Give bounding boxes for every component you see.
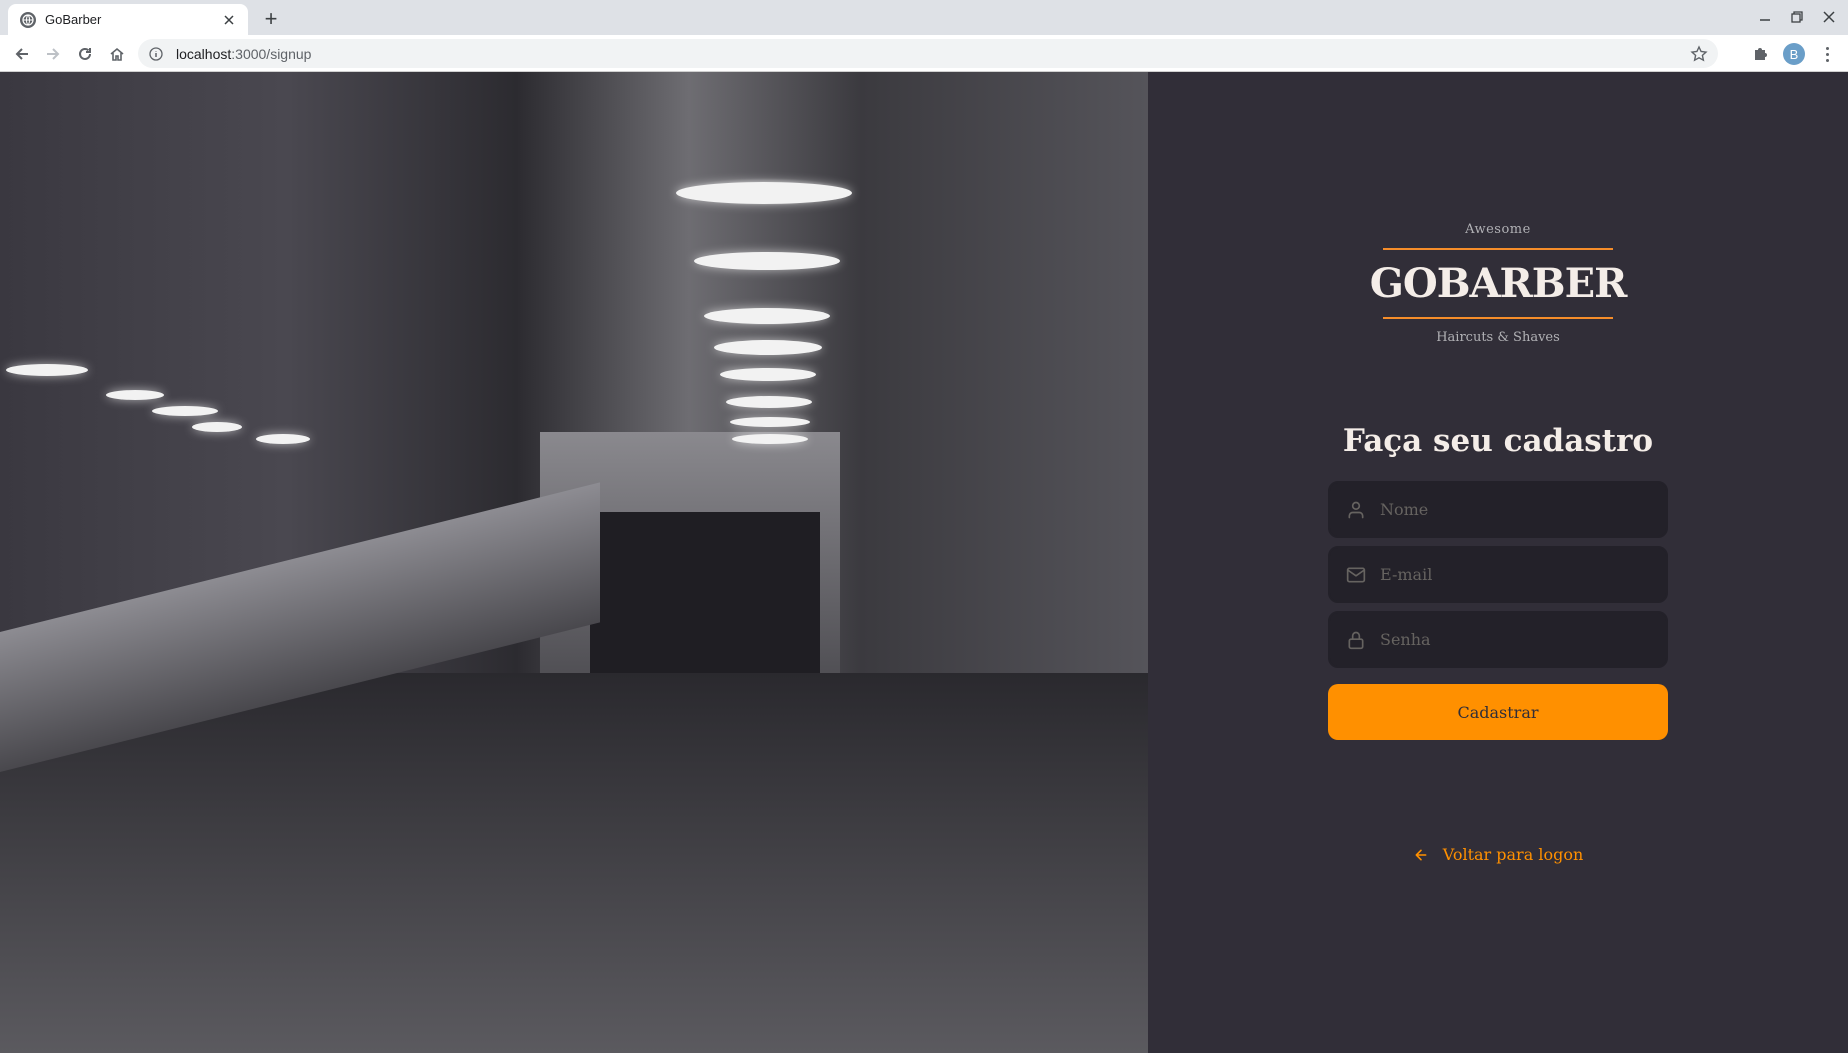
profile-avatar[interactable]: B — [1783, 43, 1805, 65]
minimize-icon[interactable] — [1750, 4, 1780, 30]
gobarber-logo: Awesome GOBARBER Haircuts & Shaves — [1370, 222, 1628, 345]
menu-dots-icon[interactable] — [1816, 43, 1838, 65]
forward-arrow-icon[interactable] — [40, 41, 66, 67]
logo-tagline-top: Awesome — [1465, 222, 1531, 237]
email-input[interactable] — [1380, 565, 1666, 584]
barbershop-background-image — [0, 72, 1148, 1053]
window-close-icon[interactable] — [1814, 4, 1844, 30]
mail-icon — [1346, 567, 1366, 582]
url-text: localhost:3000/signup — [176, 46, 311, 62]
password-field[interactable] — [1328, 611, 1668, 668]
browser-toolbar: localhost:3000/signup B — [0, 35, 1848, 72]
signup-form: Cadastrar — [1328, 481, 1668, 740]
logo-tagline-bottom: Haircuts & Shaves — [1436, 330, 1560, 345]
page-title: Faça seu cadastro — [1342, 423, 1654, 459]
url-path: :3000/signup — [231, 45, 312, 62]
name-field[interactable] — [1328, 481, 1668, 538]
back-arrow-icon[interactable] — [9, 41, 35, 67]
signup-panel: Awesome GOBARBER Haircuts & Shaves Faça … — [1148, 72, 1848, 1053]
logo-text: GOBARBER — [1369, 260, 1628, 307]
logo-divider — [1383, 248, 1613, 250]
new-tab-button[interactable]: + — [258, 6, 284, 32]
logo-divider — [1383, 317, 1613, 319]
password-input[interactable] — [1380, 630, 1666, 649]
address-bar[interactable]: localhost:3000/signup — [138, 39, 1718, 68]
star-icon[interactable] — [1690, 45, 1708, 63]
tab-title: GoBarber — [45, 12, 102, 27]
reload-icon[interactable] — [72, 41, 98, 67]
email-field[interactable] — [1328, 546, 1668, 603]
user-icon — [1348, 501, 1364, 518]
logo-wordmark: GOBARBER — [1370, 260, 1628, 307]
home-icon[interactable] — [104, 41, 130, 67]
browser-tab[interactable]: GoBarber — [8, 4, 248, 35]
arrow-left-icon — [1415, 849, 1427, 860]
back-to-logon-link[interactable]: Voltar para logon — [1413, 845, 1584, 864]
restore-icon[interactable] — [1782, 4, 1812, 30]
info-icon[interactable] — [148, 46, 164, 62]
back-to-logon-label: Voltar para logon — [1442, 845, 1584, 864]
globe-icon — [20, 11, 36, 28]
url-host: localhost — [176, 45, 232, 62]
puzzle-icon[interactable] — [1752, 44, 1772, 64]
lock-icon — [1348, 631, 1364, 649]
close-icon[interactable] — [220, 11, 238, 29]
name-input[interactable] — [1380, 500, 1666, 519]
browser-tab-bar: GoBarber + — [0, 0, 1848, 35]
signup-button[interactable]: Cadastrar — [1328, 684, 1668, 740]
signup-page: Awesome GOBARBER Haircuts & Shaves Faça … — [0, 72, 1848, 1053]
